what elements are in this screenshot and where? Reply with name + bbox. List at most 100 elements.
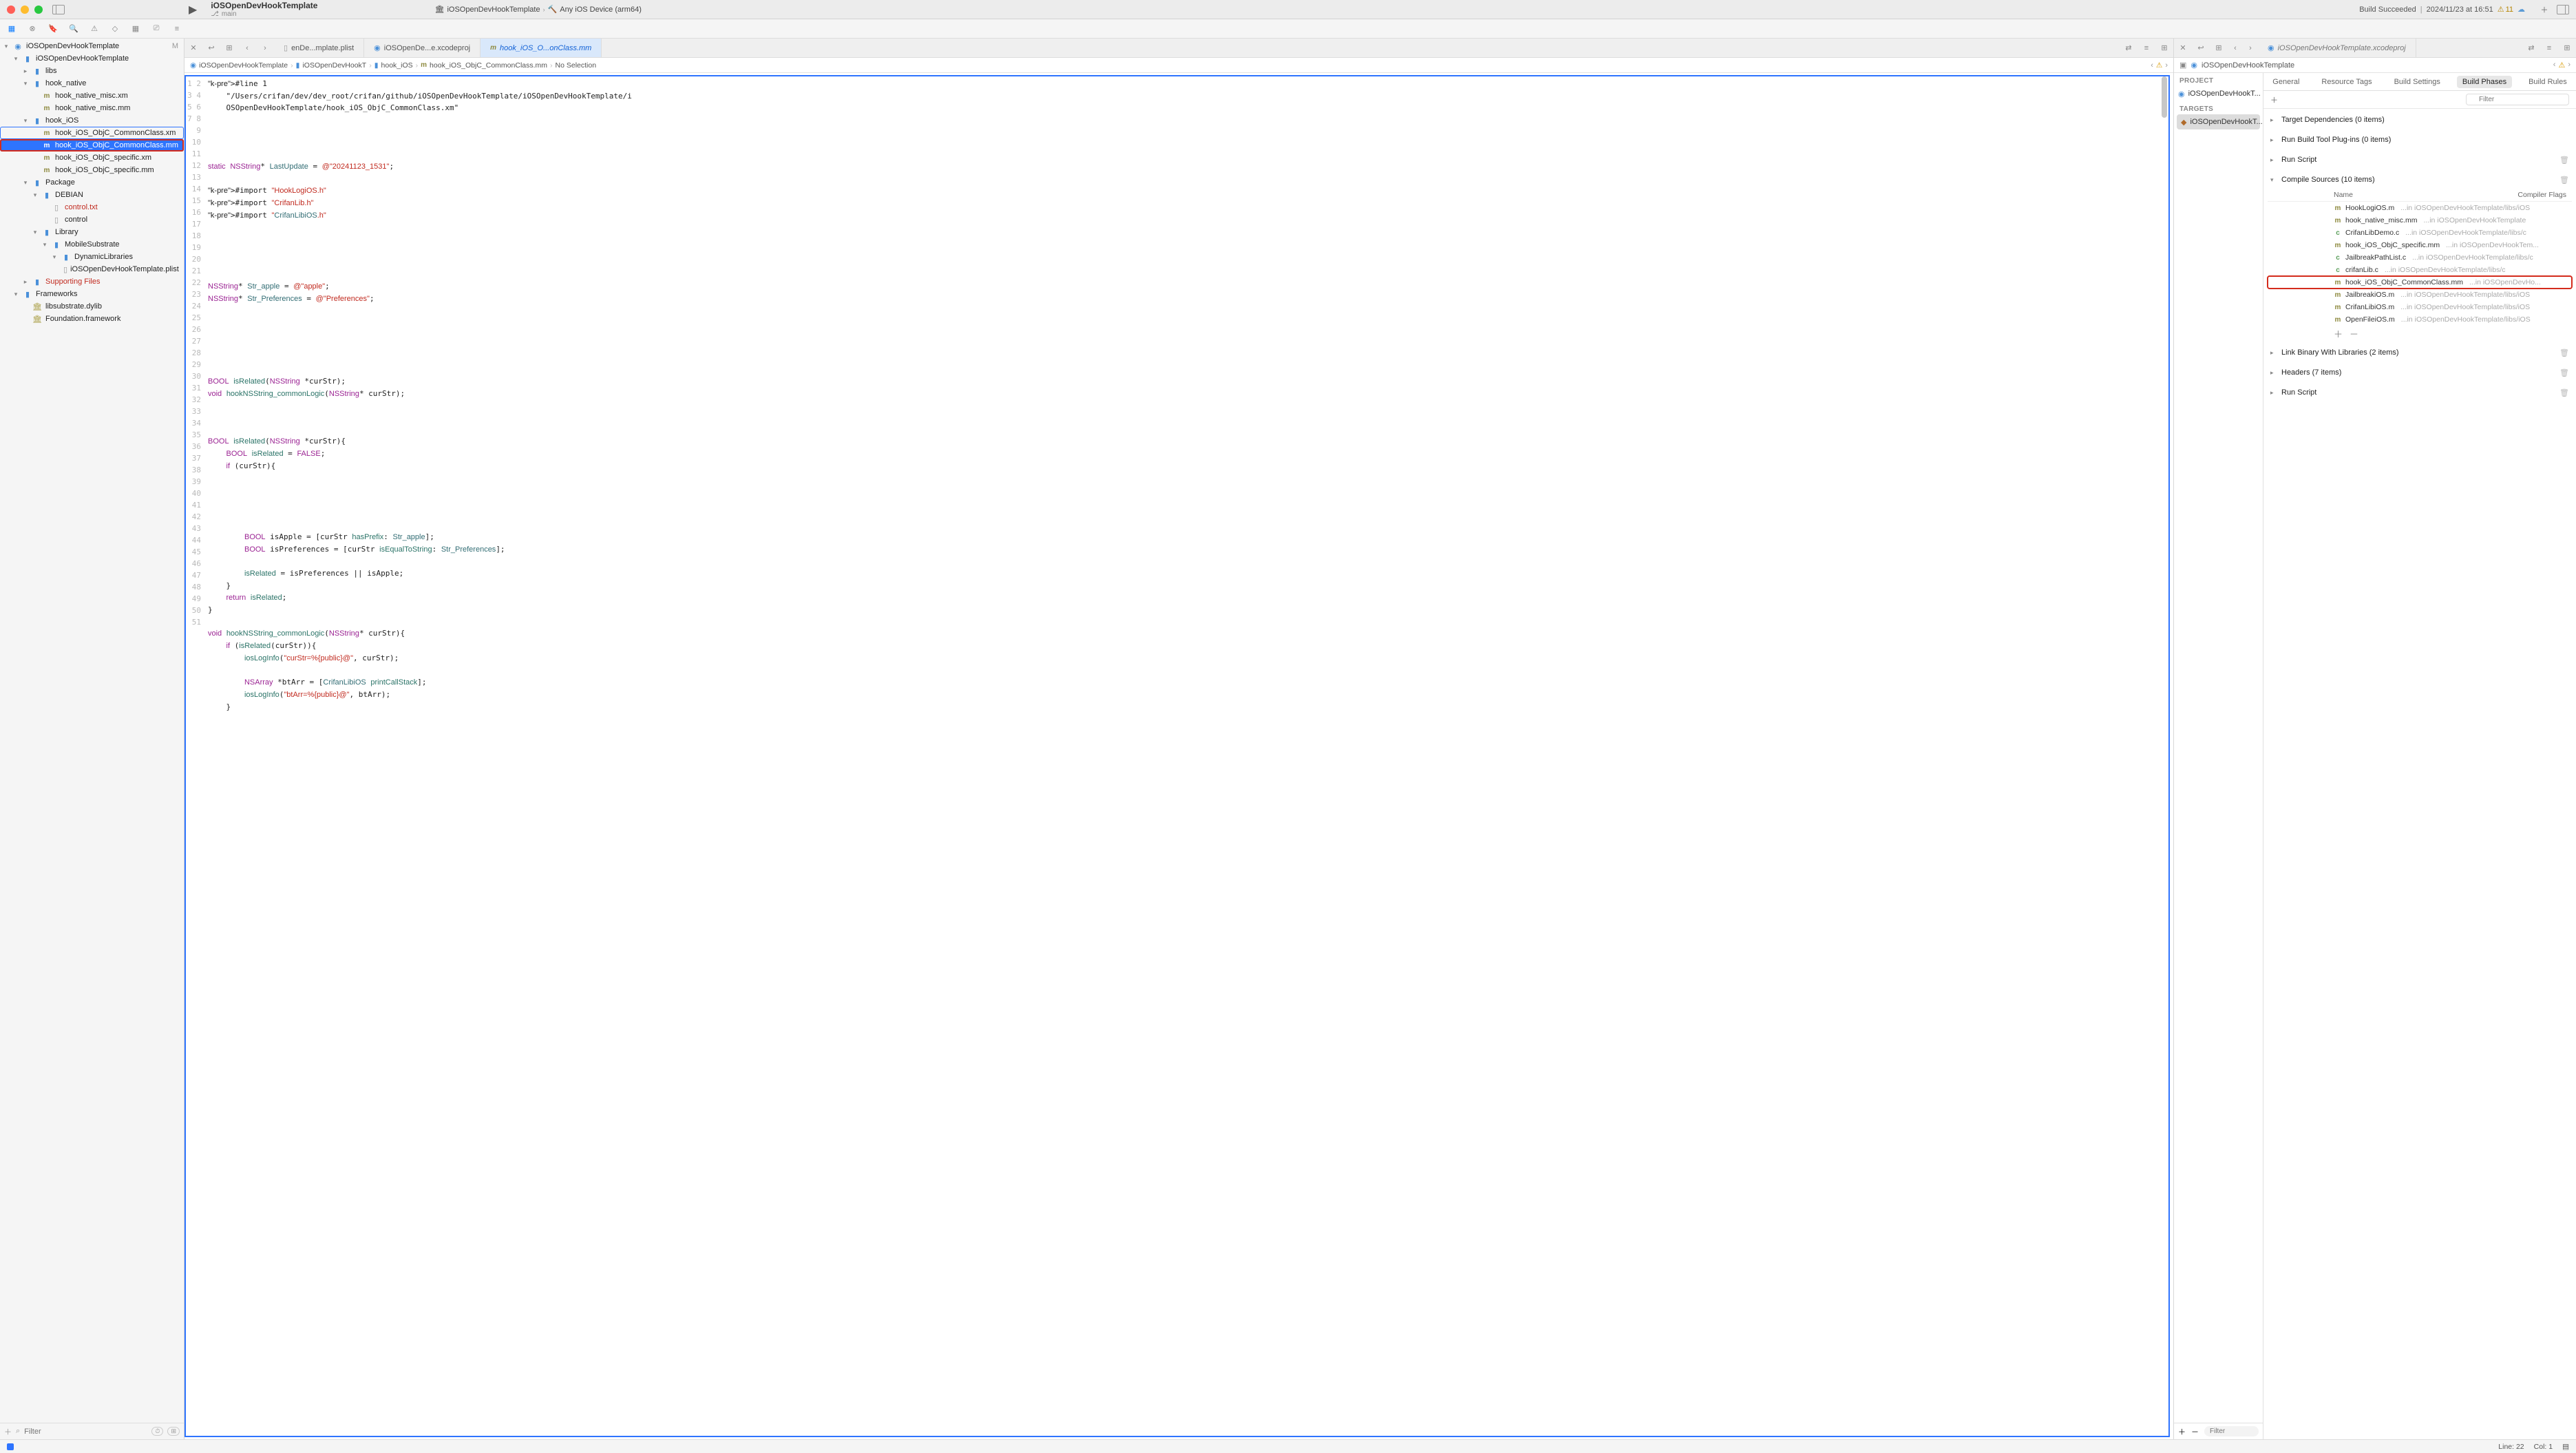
tree-row[interactable]: ▾▮hook_iOS	[0, 114, 184, 127]
disclosure-icon[interactable]: ▾	[12, 55, 19, 63]
disclosure-icon[interactable]: ▸	[2270, 136, 2277, 144]
tree-row[interactable]: ▾▮Package	[0, 176, 184, 189]
bookmark-navigator-icon[interactable]: 🔖	[48, 24, 58, 33]
warnings-badge[interactable]: ⚠ 11	[2498, 5, 2513, 14]
disclosure-icon[interactable]: ▾	[32, 229, 39, 236]
project-tab[interactable]: Resource Tags	[2316, 76, 2377, 88]
scheme-selector[interactable]: 🏛 iOSOpenDevHookTemplate › 🔨 Any iOS Dev…	[434, 5, 641, 14]
add-source-button[interactable]: ＋	[2334, 327, 2343, 340]
compile-source-row[interactable]: mOpenFileiOS.m...in iOSOpenDevHookTempla…	[2268, 313, 2572, 326]
scm-filter-icon[interactable]: ⊞	[167, 1427, 180, 1436]
trash-icon[interactable]: 🗑	[2559, 388, 2569, 397]
project-tab[interactable]: Build Phases	[2457, 76, 2512, 88]
zoom-window[interactable]	[34, 6, 43, 14]
phase-header[interactable]: ▸Target Dependencies (0 items)	[2268, 112, 2572, 128]
close-tab-icon[interactable]: ✕	[184, 43, 202, 52]
phase-header[interactable]: ▸Headers (7 items)🗑	[2268, 364, 2572, 381]
project-navigator-icon[interactable]: ▦	[7, 24, 17, 33]
disclosure-icon[interactable]: ▸	[2270, 349, 2277, 357]
jump-crumb[interactable]: hook_iOS	[381, 61, 413, 70]
target-row[interactable]: ◆ iOSOpenDevHookT...	[2177, 114, 2260, 129]
jump-crumb[interactable]: iOSOpenDevHookTemplate	[2202, 61, 2294, 70]
source-control-navigator-icon[interactable]: ⊗	[28, 24, 37, 33]
warning-icon[interactable]: ⚠	[2558, 61, 2565, 70]
phase-header[interactable]: ▸Link Binary With Libraries (2 items)🗑	[2268, 344, 2572, 361]
tree-row[interactable]: mhook_iOS_ObjC_specific.mm	[0, 164, 184, 176]
disclosure-icon[interactable]: ▾	[12, 291, 19, 298]
add-editor-icon[interactable]: ⊞	[2155, 43, 2173, 52]
project-tab[interactable]: General	[2267, 76, 2305, 88]
jump-next-icon[interactable]: ›	[2165, 61, 2168, 70]
nav-back-icon[interactable]: ‹	[238, 44, 256, 52]
jump-prev-icon[interactable]: ‹	[2151, 61, 2153, 70]
minimap-icon[interactable]: ▤	[2562, 1443, 2569, 1451]
tree-row[interactable]: ▯control	[0, 213, 184, 226]
run-button[interactable]: ▶	[189, 3, 197, 17]
toggle-inspector-icon[interactable]	[2557, 5, 2569, 14]
trash-icon[interactable]: 🗑	[2559, 176, 2569, 185]
test-navigator-icon[interactable]: ◇	[110, 24, 120, 33]
code-content[interactable]: "k-pre">#line 1 "/Users/crifan/dev/dev_r…	[205, 76, 2168, 1436]
disclosure-icon[interactable]: ▸	[2270, 389, 2277, 397]
remove-target-button[interactable]: －	[2191, 1426, 2199, 1437]
tree-row[interactable]: mhook_iOS_ObjC_CommonClass.xm	[0, 127, 184, 139]
compile-source-row[interactable]: mhook_iOS_ObjC_CommonClass.mm...in iOSOp…	[2268, 276, 2572, 289]
tree-row[interactable]: ▾▮Library	[0, 226, 184, 238]
compile-source-row[interactable]: mhook_iOS_ObjC_specific.mm...in iOSOpenD…	[2268, 239, 2572, 251]
related-items-icon[interactable]: ⊞	[220, 43, 238, 52]
nav-back-icon[interactable]: ‹	[2228, 44, 2243, 52]
project-row[interactable]: ◉ iOSOpenDevHookT...	[2174, 86, 2263, 101]
back-button[interactable]: ↩	[2192, 43, 2210, 52]
right-jump-bar[interactable]: ▣ ◉ iOSOpenDevHookTemplate ‹ ⚠ ›	[2174, 58, 2576, 73]
disclosure-icon[interactable]: ▾	[32, 191, 39, 199]
compile-source-row[interactable]: mHookLogiOS.m...in iOSOpenDevHookTemplat…	[2268, 202, 2572, 214]
trash-icon[interactable]: 🗑	[2559, 348, 2569, 357]
close-window[interactable]	[7, 6, 15, 14]
scrollbar[interactable]	[2162, 76, 2168, 1436]
nav-fwd-icon[interactable]: ›	[256, 44, 274, 52]
issue-navigator-icon[interactable]: ⚠	[89, 24, 99, 33]
compile-source-row[interactable]: mJailbreakiOS.m...in iOSOpenDevHookTempl…	[2268, 289, 2572, 301]
warning-icon[interactable]: ⚠	[2156, 61, 2162, 70]
tree-row[interactable]: ▸▮libs	[0, 65, 184, 77]
add-editor-icon[interactable]: ⊞	[2558, 43, 2576, 52]
disclosure-icon[interactable]: ▾	[22, 80, 29, 87]
navigator-filter-input[interactable]	[24, 1428, 147, 1436]
editor-tab[interactable]: ▯enDe...mplate.plist	[274, 39, 364, 57]
project-tab[interactable]: Build Settings	[2389, 76, 2446, 88]
tree-row[interactable]: mhook_iOS_ObjC_CommonClass.mm	[0, 139, 184, 151]
editor-tab[interactable]: ◉iOSOpenDe...e.xcodeproj	[364, 39, 481, 57]
tree-row[interactable]: ▾▮MobileSubstrate	[0, 238, 184, 251]
adjust-editor-icon[interactable]: ≡	[2137, 44, 2155, 52]
clock-filter-icon[interactable]: ⏱	[151, 1427, 163, 1436]
jump-crumb[interactable]: No Selection	[556, 61, 597, 70]
jump-crumb[interactable]: iOSOpenDevHookTemplate	[199, 61, 288, 70]
disclosure-icon[interactable]: ▸	[22, 67, 29, 75]
adjust-editor-icon[interactable]: ≡	[2540, 44, 2558, 52]
add-file-button[interactable]: ＋	[4, 1426, 12, 1437]
jump-crumb[interactable]: iOSOpenDevHookT	[302, 61, 366, 70]
tree-row[interactable]: 🏛libsubstrate.dylib	[0, 300, 184, 313]
tab[interactable]: ◉ iOSOpenDevHookTemplate.xcodeproj	[2258, 39, 2416, 57]
phase-header[interactable]: ▸Run Build Tool Plug-ins (0 items)	[2268, 132, 2572, 148]
disclosure-icon[interactable]: ▾	[22, 117, 29, 125]
compile-source-row[interactable]: cJailbreakPathList.c...in iOSOpenDevHook…	[2268, 251, 2572, 264]
project-tab[interactable]: Build Rules	[2523, 76, 2573, 88]
tree-row[interactable]: mhook_native_misc.mm	[0, 102, 184, 114]
disclosure-icon[interactable]: ▾	[41, 241, 48, 249]
disclosure-icon[interactable]: ▾	[2270, 176, 2277, 184]
jump-next-icon[interactable]: ›	[2568, 61, 2570, 70]
editor-tab[interactable]: mhook_iOS_O...onClass.mm	[481, 39, 602, 57]
compare-icon[interactable]: ⇄	[2522, 43, 2540, 52]
tree-root[interactable]: ▾ ◉ iOSOpenDevHookTemplate M	[0, 40, 184, 52]
minimize-window[interactable]	[21, 6, 29, 14]
sidebar-icon[interactable]: ▣	[2179, 61, 2186, 70]
jump-prev-icon[interactable]: ‹	[2553, 61, 2556, 70]
build-status[interactable]: Build Succeeded | 2024/11/23 at 16:51 ⚠ …	[2359, 5, 2525, 14]
phase-header[interactable]: ▾Compile Sources (10 items)🗑	[2268, 171, 2572, 188]
trash-icon[interactable]: 🗑	[2559, 368, 2569, 377]
disclosure-icon[interactable]: ▾	[3, 43, 10, 50]
related-items-icon[interactable]: ⊞	[2210, 43, 2228, 52]
phase-header[interactable]: ▸Run Script🗑	[2268, 384, 2572, 401]
find-navigator-icon[interactable]: 🔍	[69, 24, 78, 33]
